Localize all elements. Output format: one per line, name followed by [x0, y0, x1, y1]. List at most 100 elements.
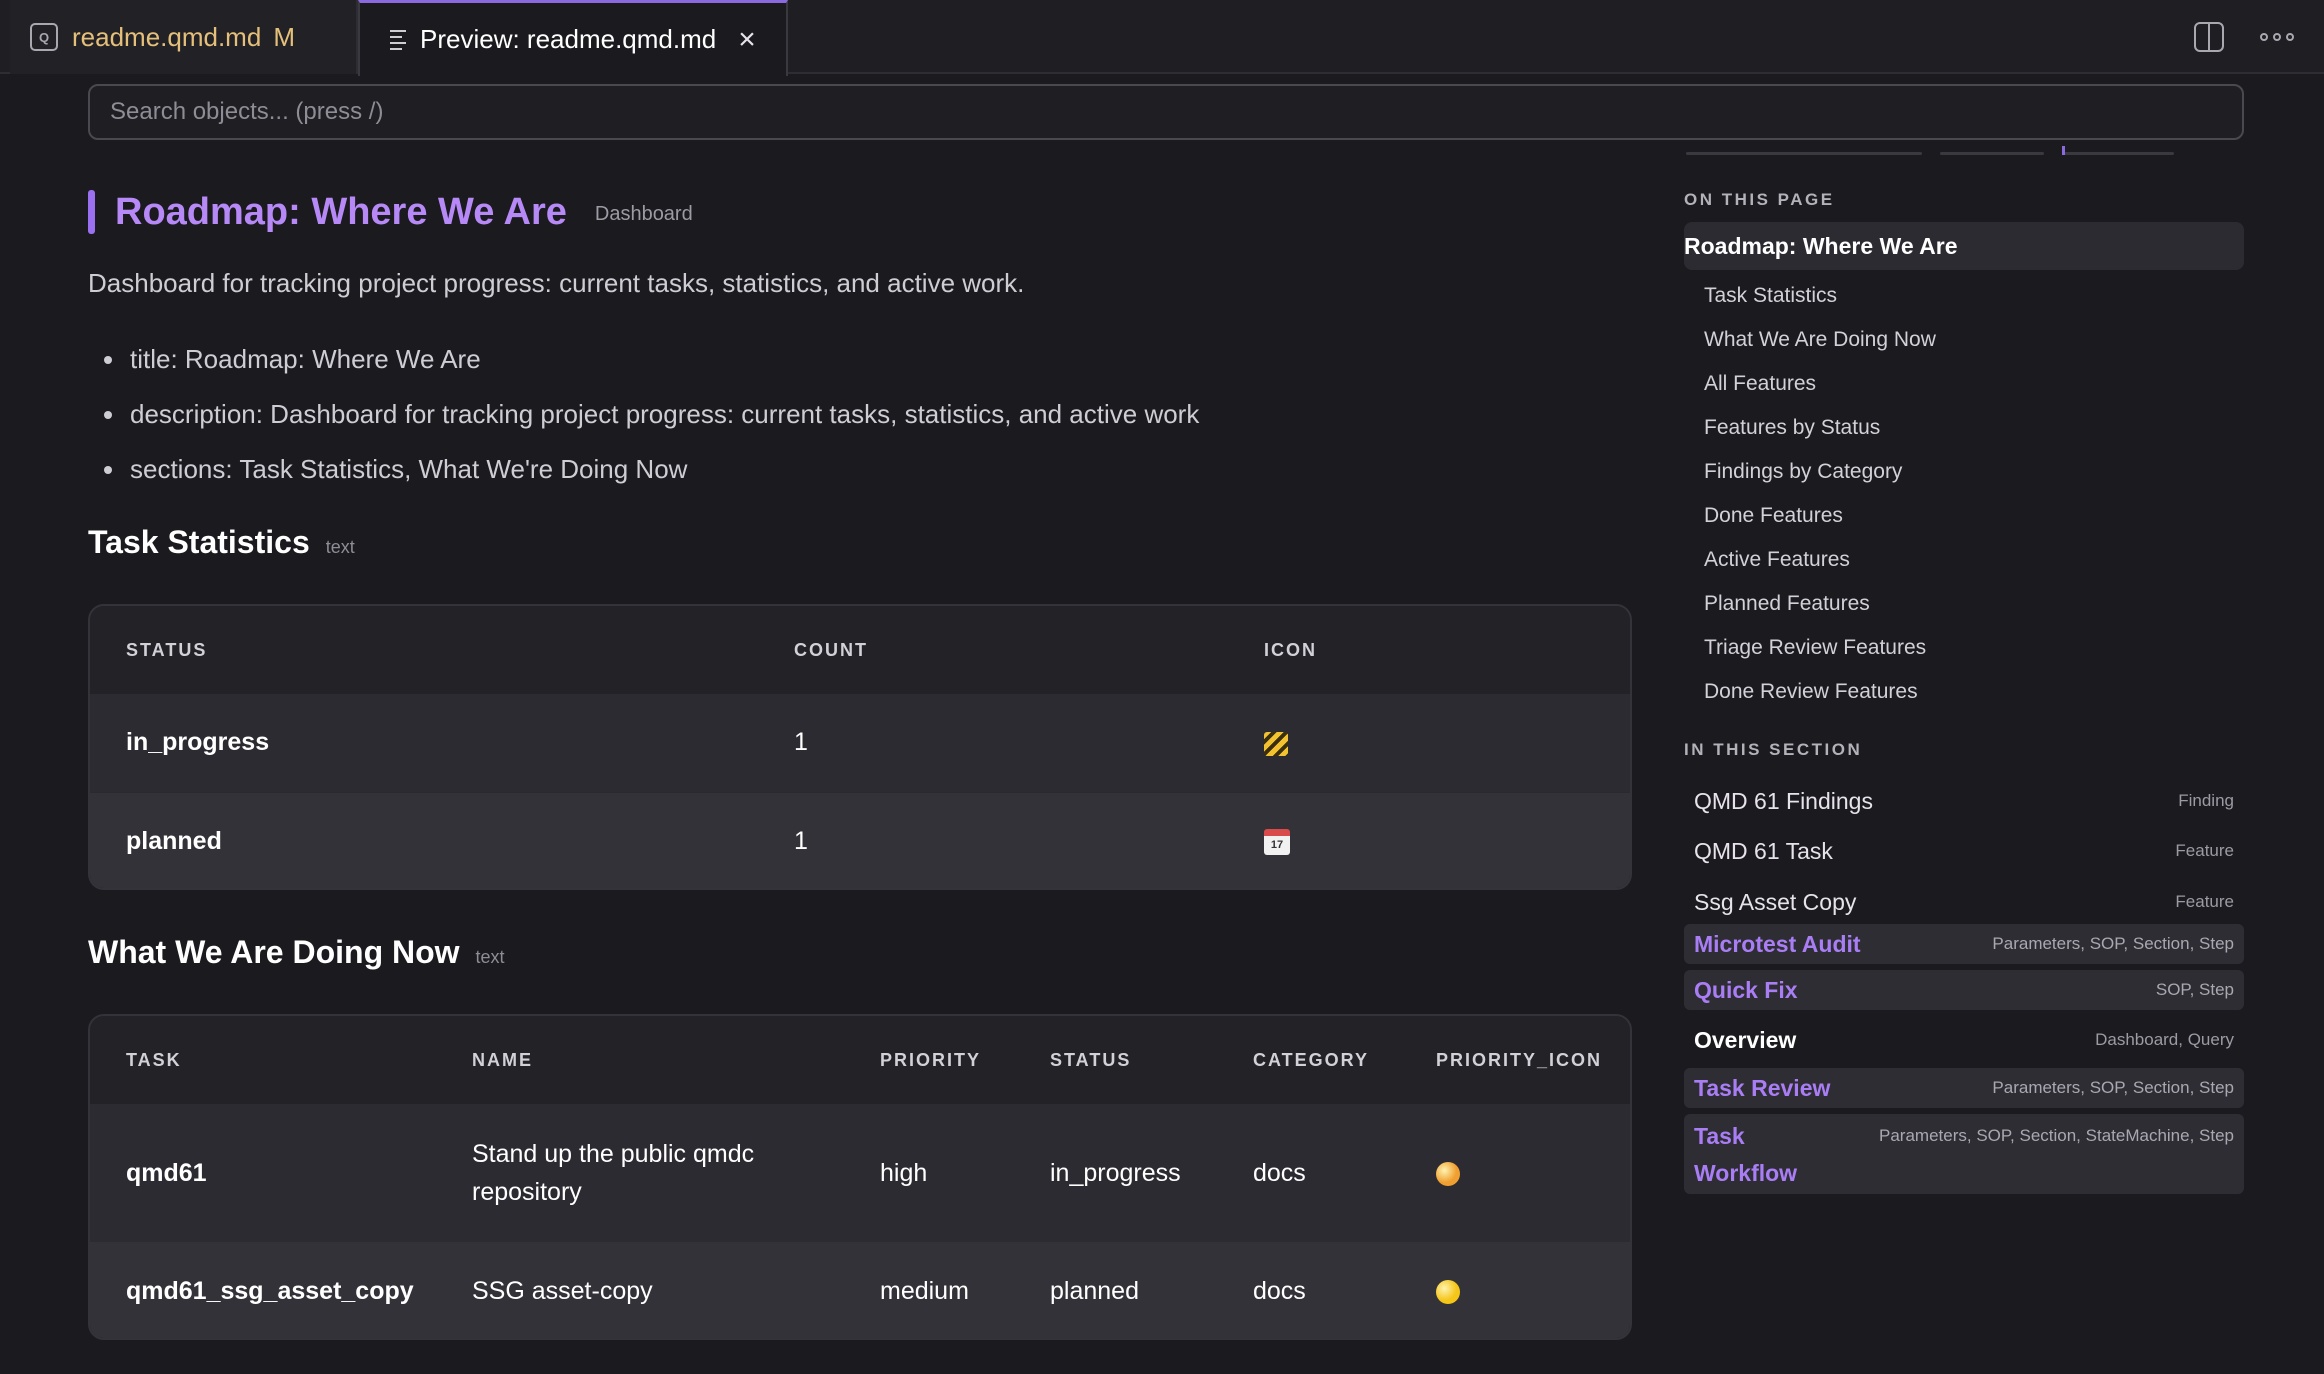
section-item-name: Microtest Audit — [1694, 930, 1861, 957]
name-cell: Stand up the public qmdc repository — [436, 1104, 844, 1242]
status-cell: in_progress — [90, 694, 758, 793]
priority-icon-cell — [1400, 1104, 1630, 1242]
section-title: What We Are Doing Now — [88, 934, 460, 970]
toc-item[interactable]: Done Features — [1704, 494, 1936, 538]
section-item-name: Task Workflow — [1694, 1118, 1797, 1192]
section-item-current[interactable]: Overview Dashboard, Query — [1684, 1016, 2244, 1064]
priority-cell: medium — [844, 1242, 1014, 1338]
column-header[interactable]: TASK — [90, 1016, 436, 1104]
tab-bar: Q readme.qmd.md M Preview: readme.qmd.md… — [0, 0, 2324, 76]
section-item[interactable]: Microtest Audit Parameters, SOP, Section… — [1684, 924, 2244, 964]
toc-item[interactable]: Task Statistics — [1704, 274, 1936, 318]
toc-item[interactable]: Planned Features — [1704, 582, 1936, 626]
calendar-icon: 17 — [1264, 829, 1290, 856]
column-header[interactable]: STATUS — [1014, 1016, 1217, 1104]
list-item: title: Roadmap: Where We Are — [88, 332, 1199, 387]
list-item: description: Dashboard for tracking proj… — [88, 387, 1199, 442]
section-heading-doing-now: What We Are Doing Now text — [88, 934, 505, 971]
table-row: in_progress 1 — [90, 694, 1630, 793]
section-tag: text — [475, 947, 505, 967]
section-item-name: QMD 61 Findings — [1694, 787, 1873, 814]
section-title: Task Statistics — [88, 524, 310, 560]
title-accent-bar — [88, 190, 95, 234]
count-cell: 1 — [758, 694, 1228, 793]
metadata-list: title: Roadmap: Where We Are description… — [88, 332, 1199, 497]
section-item-name-line: Task — [1694, 1123, 1745, 1149]
page-description: Dashboard for tracking project progress:… — [88, 268, 1025, 298]
column-header[interactable]: COUNT — [758, 606, 1228, 694]
icon-cell: 17 — [1228, 792, 1630, 888]
category-cell: docs — [1217, 1104, 1400, 1242]
count-cell: 1 — [758, 792, 1228, 888]
construction-icon — [1264, 731, 1288, 756]
section-item-type: Parameters, SOP, Section, Step — [1992, 934, 2234, 953]
table-row: planned 1 17 — [90, 792, 1630, 888]
section-item[interactable]: QMD 61 Task Feature — [1684, 826, 2244, 876]
column-header[interactable]: PRIORITY_ICON — [1400, 1016, 1630, 1104]
section-tag: text — [325, 537, 355, 557]
category-cell: docs — [1217, 1242, 1400, 1338]
section-heading-task-statistics: Task Statistics text — [88, 524, 355, 561]
page-header: Roadmap: Where We Are Dashboard — [88, 190, 693, 234]
column-header[interactable]: CATEGORY — [1217, 1016, 1400, 1104]
search-input[interactable] — [88, 84, 2244, 140]
split-editor-icon[interactable] — [2194, 22, 2224, 52]
toc-item[interactable]: Triage Review Features — [1704, 626, 1936, 670]
section-item-name: Ssg Asset Copy — [1694, 888, 1857, 915]
table-row: qmd61 Stand up the public qmdc repositor… — [90, 1104, 1630, 1242]
tab-preview[interactable]: Preview: readme.qmd.md × — [358, 0, 788, 76]
column-header[interactable]: PRIORITY — [844, 1016, 1014, 1104]
section-item[interactable]: Task Review Parameters, SOP, Section, St… — [1684, 1068, 2244, 1108]
column-header[interactable]: STATUS — [90, 606, 758, 694]
more-actions-icon[interactable] — [2260, 33, 2294, 41]
section-item-name: Task Review — [1694, 1074, 1831, 1101]
section-item-name: Overview — [1694, 1026, 1797, 1053]
toc-item[interactable]: Active Features — [1704, 538, 1936, 582]
section-item-type: Feature — [2175, 841, 2234, 860]
section-item-type: Feature — [2175, 892, 2234, 911]
section-item-type: SOP, Step — [2155, 980, 2234, 999]
section-item[interactable]: Ssg Asset Copy Feature — [1684, 877, 2244, 927]
section-item-name-line: Workflow — [1694, 1160, 1798, 1186]
in-this-section-label: IN THIS SECTION — [1684, 740, 1863, 759]
toc-item[interactable]: What We Are Doing Now — [1704, 318, 1936, 362]
section-item[interactable]: QMD 61 Findings Finding — [1684, 776, 2244, 826]
toc-item-active[interactable]: Roadmap: Where We Are — [1684, 222, 2244, 270]
priority-cell: high — [844, 1104, 1014, 1242]
section-item-type: Parameters, SOP, Section, StateMachine, … — [1879, 1126, 2234, 1145]
priority-icon-cell — [1400, 1242, 1630, 1338]
table-row: qmd61_ssg_asset_copy SSG asset-copy medi… — [90, 1242, 1630, 1338]
orange-circle-icon — [1436, 1162, 1460, 1187]
toc-list: Task Statistics What We Are Doing Now Al… — [1704, 274, 1936, 714]
status-cell: planned — [90, 792, 758, 888]
icon-cell — [1228, 694, 1630, 793]
list-item: sections: Task Statistics, What We're Do… — [88, 442, 1199, 497]
close-icon[interactable]: × — [738, 24, 756, 55]
status-cell: planned — [1014, 1242, 1217, 1338]
yellow-circle-icon — [1436, 1279, 1460, 1304]
on-this-page-label: ON THIS PAGE — [1684, 190, 1835, 209]
task-statistics-table: STATUS COUNT ICON in_progress 1 planned … — [88, 604, 1632, 890]
section-item-type: Finding — [2178, 791, 2234, 810]
page-type-badge: Dashboard — [594, 202, 693, 225]
column-header[interactable]: NAME — [436, 1016, 844, 1104]
modified-indicator: M — [273, 21, 295, 52]
toc-item[interactable]: Features by Status — [1704, 406, 1936, 450]
tab-readme-source[interactable]: Q readme.qmd.md M — [10, 0, 358, 74]
status-cell: in_progress — [1014, 1104, 1217, 1242]
section-item-name: QMD 61 Task — [1694, 837, 1833, 864]
section-item[interactable]: Task Workflow Parameters, SOP, Section, … — [1684, 1114, 2244, 1194]
column-header[interactable]: ICON — [1228, 606, 1630, 694]
task-cell: qmd61_ssg_asset_copy — [90, 1242, 436, 1338]
toc-item[interactable]: Findings by Category — [1704, 450, 1936, 494]
section-item-type: Parameters, SOP, Section, Step — [1992, 1078, 2234, 1097]
section-item[interactable]: Quick Fix SOP, Step — [1684, 970, 2244, 1010]
tab-label: Preview: readme.qmd.md — [420, 24, 717, 54]
toc-item[interactable]: Done Review Features — [1704, 670, 1936, 714]
page-title: Roadmap: Where We Are — [115, 190, 567, 233]
toc-item[interactable]: All Features — [1704, 362, 1936, 406]
quarto-file-icon: Q — [30, 23, 58, 51]
name-cell: SSG asset-copy — [436, 1242, 844, 1338]
task-cell: qmd61 — [90, 1104, 436, 1242]
section-item-type: Dashboard, Query — [2095, 1030, 2234, 1049]
